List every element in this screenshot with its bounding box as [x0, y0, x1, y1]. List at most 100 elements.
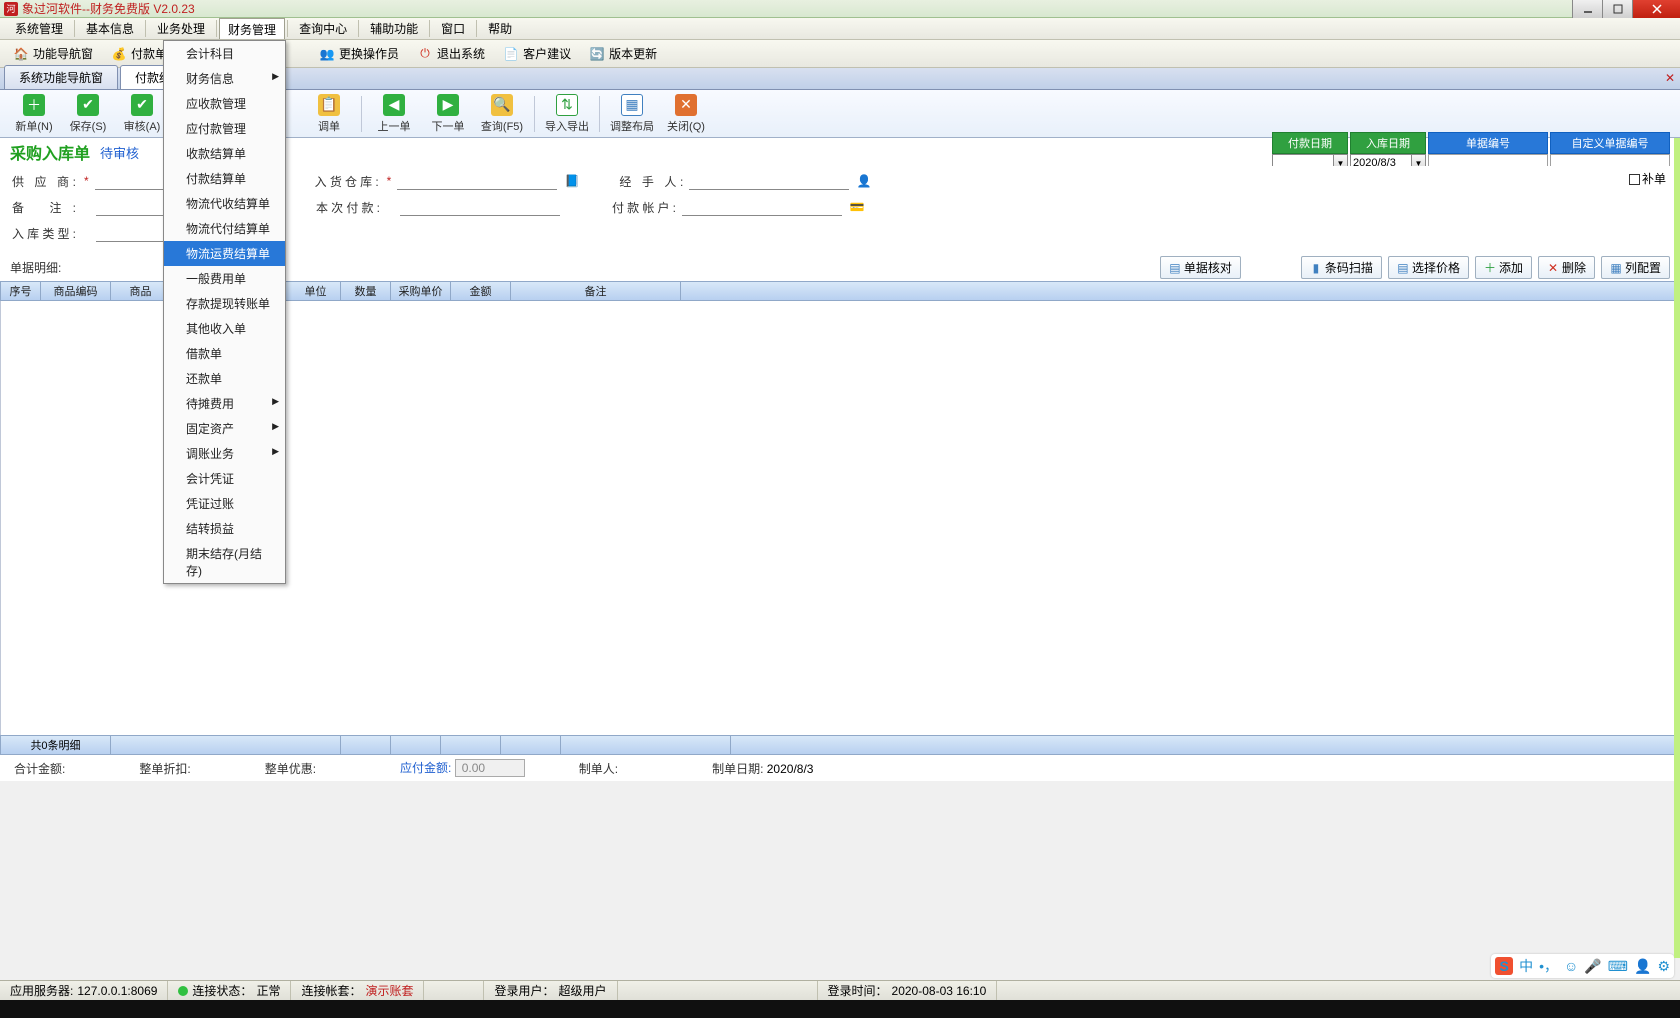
check-doc-button[interactable]: ▤单据核对 [1160, 256, 1241, 279]
warehouse-input[interactable] [397, 172, 557, 190]
document-icon: 📄 [503, 46, 519, 62]
thispay-input[interactable] [400, 198, 560, 216]
barcode-scan-button[interactable]: ▮条码扫描 [1301, 256, 1382, 279]
grid-icon: ▦ [621, 94, 643, 116]
query-button[interactable]: 🔍查询(F5) [476, 92, 528, 136]
ime-keyboard-icon[interactable]: ⌨ [1608, 958, 1628, 975]
delete-row-button[interactable]: ✕删除 [1538, 256, 1595, 279]
th-amount[interactable]: 金额 [451, 282, 511, 300]
menu-item-应收款管理[interactable]: 应收款管理 [164, 91, 285, 116]
th-unit[interactable]: 单位 [291, 282, 341, 300]
menu-aux[interactable]: 辅助功能 [361, 18, 427, 39]
menu-item-期末结存(月结存)[interactable]: 期末结存(月结存) [164, 541, 285, 583]
label: 退出系统 [437, 45, 485, 62]
doc-status: 待审核 [100, 143, 139, 162]
ime-person-icon[interactable]: 👤 [1634, 958, 1651, 975]
nav-window-button[interactable]: 🏠功能导航窗 [6, 42, 100, 65]
summary-count: 共0条明细 [1, 736, 111, 754]
payacct-input[interactable] [682, 198, 842, 216]
save-button[interactable]: ✔保存(S) [62, 92, 114, 136]
menu-query[interactable]: 查询中心 [290, 18, 356, 39]
handler-input[interactable] [689, 172, 849, 190]
label: 版本更新 [609, 45, 657, 62]
supplement-checkbox[interactable]: 补单 [1629, 170, 1666, 187]
maximize-button[interactable] [1602, 0, 1632, 18]
menu-window[interactable]: 窗口 [432, 18, 474, 39]
in-date-label: 入库日期 [1350, 132, 1426, 154]
taskbar[interactable] [0, 1000, 1680, 1018]
menu-item-应付款管理[interactable]: 应付款管理 [164, 116, 285, 141]
column-config-button[interactable]: ▦列配置 [1601, 256, 1670, 279]
menu-help[interactable]: 帮助 [479, 18, 521, 39]
menu-item-存款提现转账单[interactable]: 存款提现转账单 [164, 291, 285, 316]
card-icon[interactable]: 💳 [850, 200, 864, 214]
totals-row: 合计金额: 整单折扣: 整单优惠: 应付金额: 0.00 制单人: 制单日期: … [0, 755, 1680, 781]
menu-item-会计凭证[interactable]: 会计凭证 [164, 466, 285, 491]
th-code[interactable]: 商品编码 [41, 282, 111, 300]
new-button[interactable]: ＋新单(N) [8, 92, 60, 136]
intype-label: 入库类型: [12, 225, 78, 242]
ime-gear-icon[interactable]: ⚙ [1657, 958, 1670, 975]
custom-no-label: 自定义单据编号 [1550, 132, 1670, 154]
prev-doc-button[interactable]: ◀上一单 [368, 92, 420, 136]
menu-item-付款结算单[interactable]: 付款结算单 [164, 166, 285, 191]
menu-business[interactable]: 业务处理 [148, 18, 214, 39]
close-button[interactable] [1632, 0, 1680, 18]
audit-button[interactable]: ✔审核(A) [116, 92, 168, 136]
menu-finance[interactable]: 财务管理 [219, 18, 285, 39]
menu-item-凭证过账[interactable]: 凭证过账 [164, 491, 285, 516]
label: 付款单 [131, 45, 167, 62]
menu-item-结转损益[interactable]: 结转损益 [164, 516, 285, 541]
book-icon[interactable]: 📘 [565, 174, 579, 188]
scrollbar[interactable] [1674, 138, 1680, 958]
plus-icon: ＋ [23, 94, 45, 116]
update-button[interactable]: 🔄版本更新 [582, 42, 664, 65]
select-price-button[interactable]: ▤选择价格 [1388, 256, 1469, 279]
th-remark[interactable]: 备注 [511, 282, 681, 300]
close-doc-button[interactable]: ✕关闭(Q) [660, 92, 712, 136]
ime-mic-icon[interactable]: 🎤 [1584, 958, 1601, 975]
exit-button[interactable]: ⏻退出系统 [410, 42, 492, 65]
menu-item-还款单[interactable]: 还款单 [164, 366, 285, 391]
feedback-button[interactable]: 📄客户建议 [496, 42, 578, 65]
warehouse-label: 入货仓库: [315, 173, 381, 190]
minimize-button[interactable] [1572, 0, 1602, 18]
menu-item-固定资产[interactable]: 固定资产▶ [164, 416, 285, 441]
label: 功能导航窗 [33, 45, 93, 62]
next-doc-button[interactable]: ▶下一单 [422, 92, 474, 136]
th-product[interactable]: 商品 [111, 282, 171, 300]
ime-cn[interactable]: 中 [1519, 956, 1533, 976]
th-index[interactable]: 序号 [1, 282, 41, 300]
ime-toolbar[interactable]: S 中 •， ☺ 🎤 ⌨ 👤 ⚙ [1491, 954, 1674, 978]
menu-item-会计科目[interactable]: 会计科目 [164, 41, 285, 66]
ime-punct-icon[interactable]: •， [1539, 956, 1558, 976]
add-row-button[interactable]: ＋添加 [1475, 256, 1532, 279]
menu-item-物流代收结算单[interactable]: 物流代收结算单 [164, 191, 285, 216]
menu-item-一般费用单[interactable]: 一般费用单 [164, 266, 285, 291]
ime-s-icon[interactable]: S [1495, 957, 1513, 975]
menu-item-调账业务[interactable]: 调账业务▶ [164, 441, 285, 466]
switch-operator-button[interactable]: 👥更换操作员 [312, 42, 406, 65]
tab-close-button[interactable]: ✕ [1662, 70, 1678, 86]
menu-system[interactable]: 系统管理 [6, 18, 72, 39]
status-user: 登录用户：超级用户 [484, 981, 617, 1000]
menu-item-待摊费用[interactable]: 待摊费用▶ [164, 391, 285, 416]
th-qty[interactable]: 数量 [341, 282, 391, 300]
menu-item-借款单[interactable]: 借款单 [164, 341, 285, 366]
person-icon[interactable]: 👤 [857, 174, 871, 188]
menu-item-收款结算单[interactable]: 收款结算单 [164, 141, 285, 166]
menu-item-财务信息[interactable]: 财务信息▶ [164, 66, 285, 91]
audit-icon: ✔ [131, 94, 153, 116]
th-price[interactable]: 采购单价 [391, 282, 451, 300]
import-export-button[interactable]: ⇅导入导出 [541, 92, 593, 136]
ime-face-icon[interactable]: ☺ [1564, 958, 1578, 974]
payacct-label: 付款帐户: [612, 199, 678, 216]
menu-item-其他收入单[interactable]: 其他收入单 [164, 316, 285, 341]
user-switch-icon: 👥 [319, 46, 335, 62]
tab-nav[interactable]: 系统功能导航窗 [4, 65, 118, 89]
layout-button[interactable]: ▦调整布局 [606, 92, 658, 136]
menu-basic[interactable]: 基本信息 [77, 18, 143, 39]
adjust-doc-button[interactable]: 📋调单 [303, 92, 355, 136]
menu-item-物流代付结算单[interactable]: 物流代付结算单 [164, 216, 285, 241]
menu-item-物流运费结算单[interactable]: 物流运费结算单 [164, 241, 285, 266]
